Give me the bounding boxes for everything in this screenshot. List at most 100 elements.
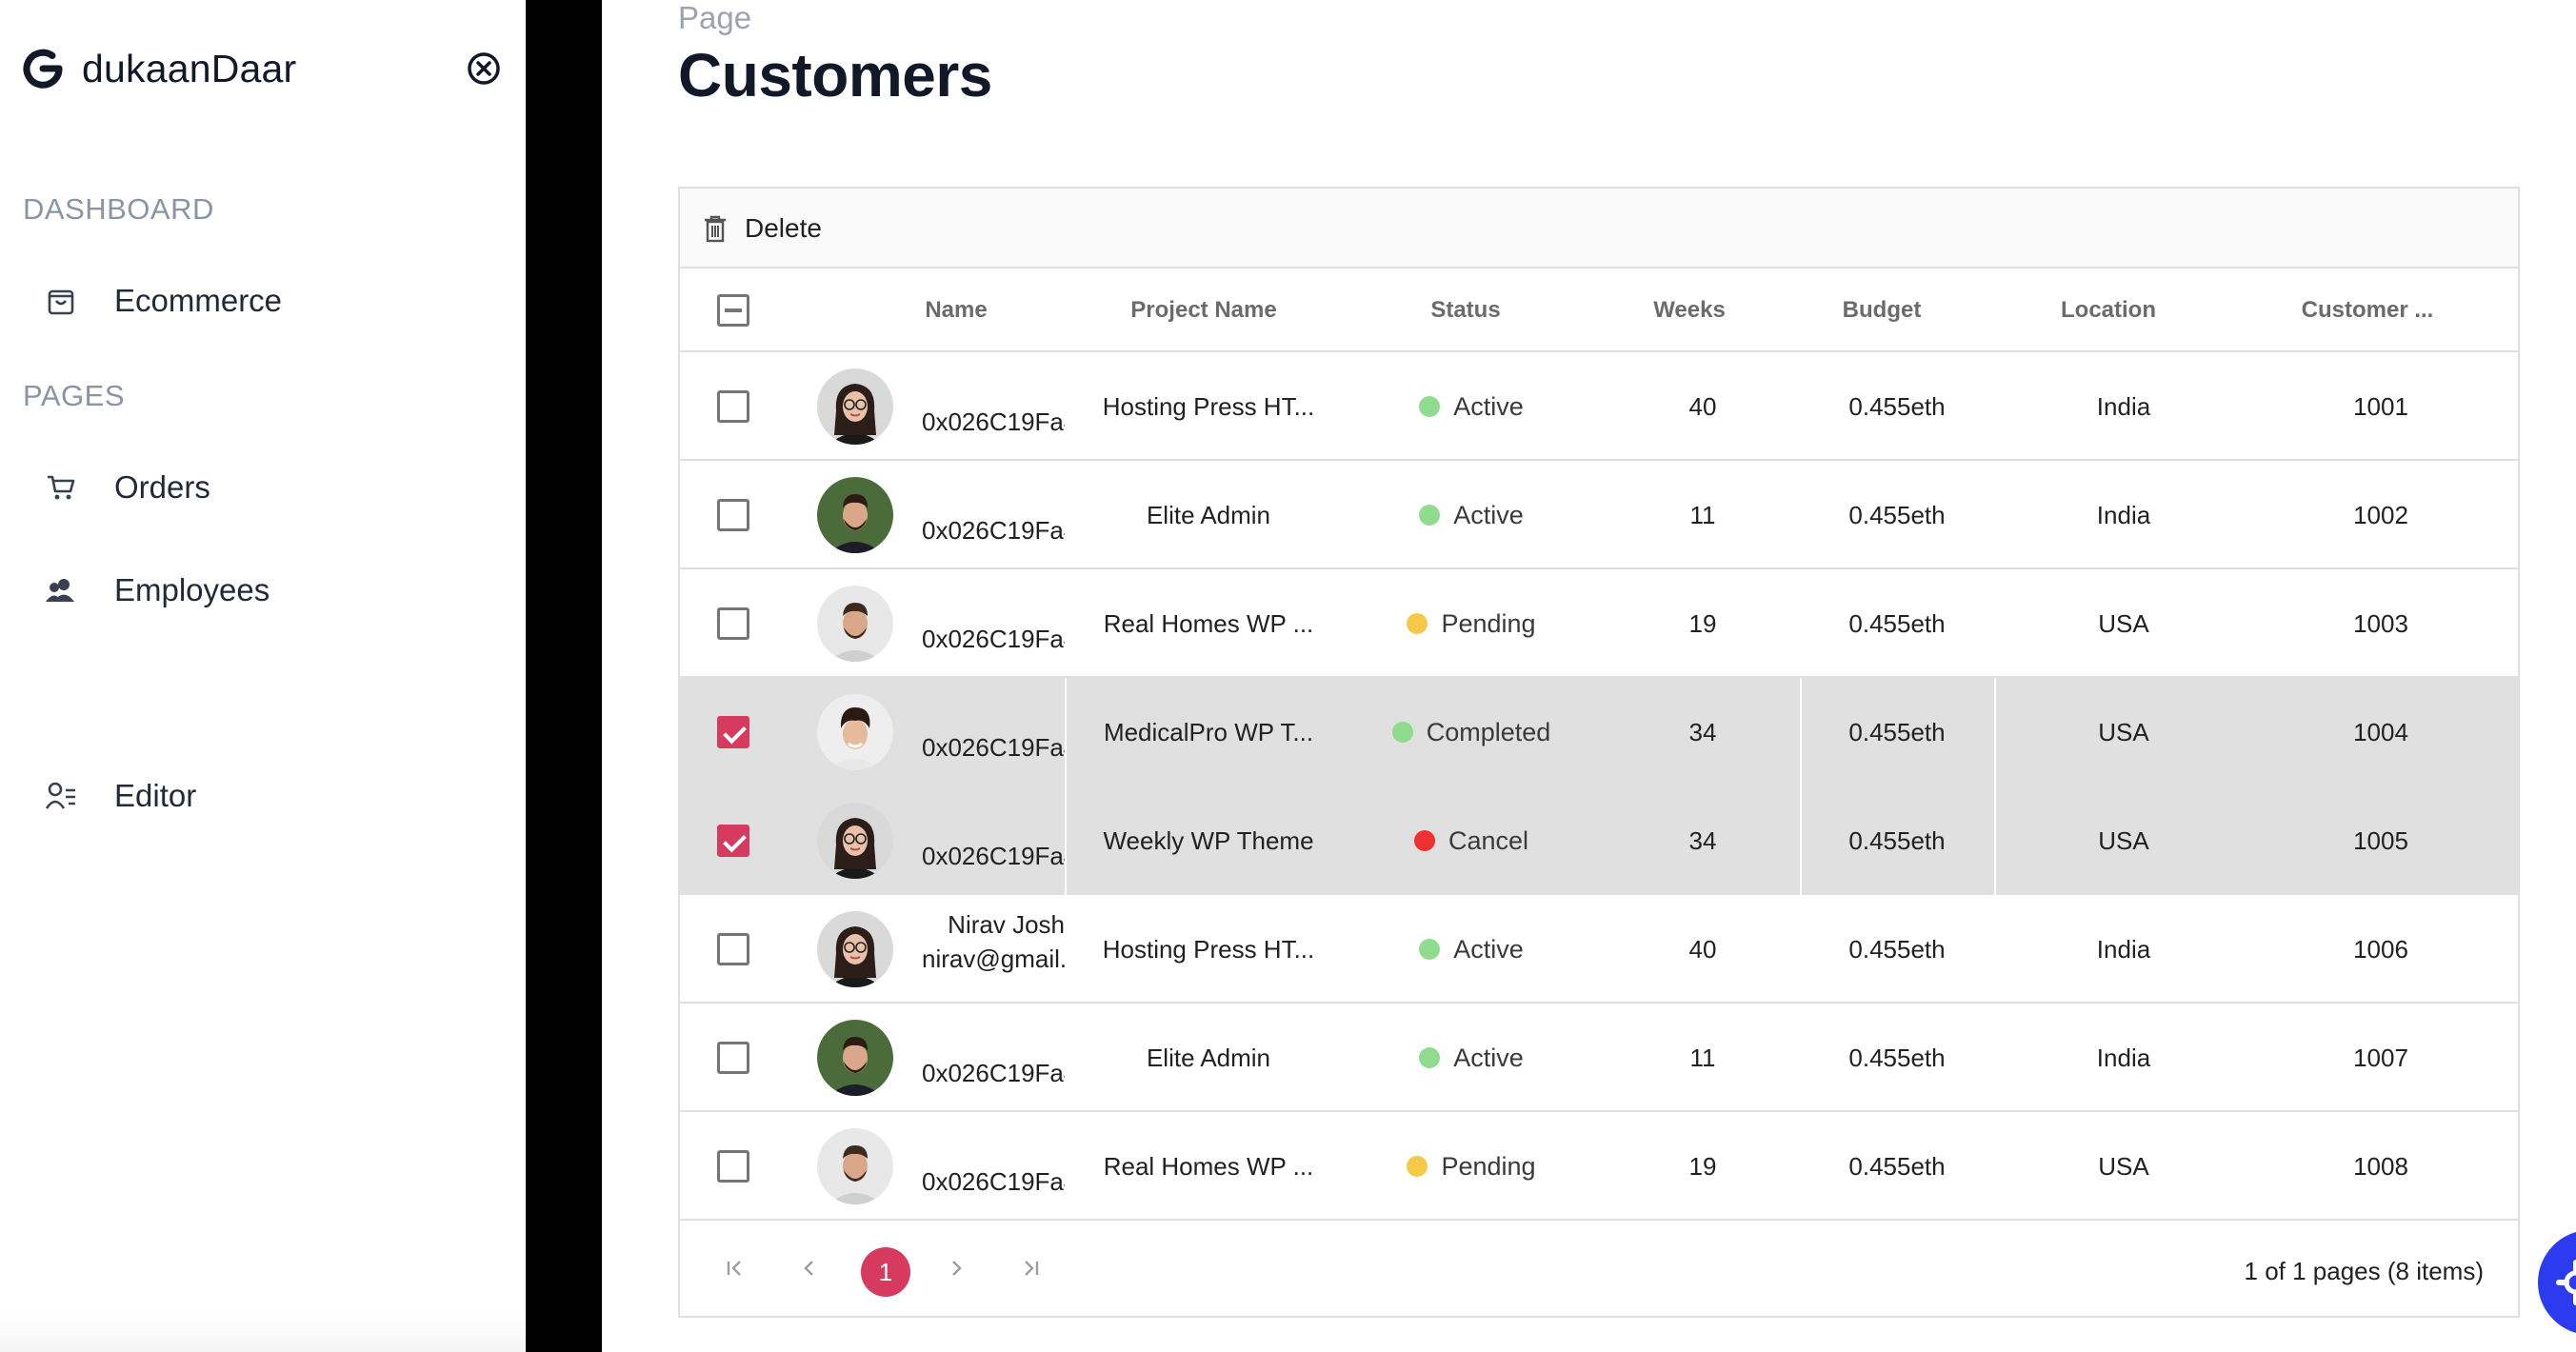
- status-dot: [1419, 1047, 1441, 1068]
- section-label-dashboard: DASHBOARD: [23, 192, 214, 226]
- brand[interactable]: dukaanDaar: [21, 40, 296, 97]
- sidebar-item-label: Ecommerce: [114, 283, 283, 318]
- location: India: [2096, 934, 2151, 964]
- project-name: Elite Admin: [1146, 500, 1271, 529]
- customer-id: 1003: [2353, 608, 2408, 638]
- column-header-weeks[interactable]: Weeks: [1594, 268, 1785, 352]
- status-text: Active: [1453, 391, 1524, 421]
- row-select-cell: [697, 786, 769, 895]
- location: USA: [2098, 717, 2149, 746]
- table-row[interactable]: 0x026C19Fa4 Weekly WP Theme Cancel 34 0.455e…: [680, 786, 2518, 895]
- status-cell: Pending: [1352, 569, 1590, 678]
- section-label-pages: PAGES: [23, 379, 126, 412]
- row-checkbox[interactable]: [717, 933, 749, 965]
- avatar: [817, 1128, 893, 1204]
- customer-name: 0x026C19Fa4: [922, 408, 1065, 436]
- budget: 0.455eth: [1848, 1043, 1946, 1072]
- customers-grid: Delete Name Project Name Status Weeks Bu…: [678, 187, 2520, 1318]
- status-text: Cancel: [1448, 825, 1529, 855]
- budget: 0.455eth: [1848, 391, 1946, 421]
- status-text: Active: [1453, 1043, 1524, 1072]
- column-header-status[interactable]: Status: [1347, 268, 1585, 352]
- table-row[interactable]: 0x026C19Fa4 Hosting Press HT... Active 40 0.…: [680, 352, 2518, 461]
- row-select-cell: [697, 1112, 769, 1221]
- customer-id: 1007: [2353, 1043, 2408, 1072]
- close-sidebar-icon[interactable]: [465, 50, 503, 88]
- budget: 0.455eth: [1848, 934, 1946, 964]
- sidebar-item-label: Employees: [114, 572, 270, 607]
- row-select-cell: [697, 352, 769, 461]
- row-checkbox[interactable]: [717, 499, 749, 531]
- customer-id: 1008: [2353, 1151, 2408, 1181]
- page-button-current[interactable]: 1: [861, 1247, 910, 1297]
- customer-name: 0x026C19Fa4: [922, 516, 1065, 545]
- column-header-budget[interactable]: Budget: [1787, 268, 1977, 352]
- budget: 0.455eth: [1848, 500, 1946, 529]
- first-page-icon[interactable]: [714, 1247, 756, 1289]
- avatar: [817, 1020, 893, 1096]
- weeks: 11: [1689, 1043, 1716, 1072]
- shopping-bag-icon: [44, 284, 78, 318]
- table-row[interactable]: Nirav Josh nirav@gmail. Hosting Press HT..…: [680, 895, 2518, 1004]
- row-checkbox[interactable]: [717, 1150, 749, 1183]
- status-text: Active: [1453, 934, 1524, 964]
- user-list-icon: [44, 779, 78, 813]
- status-dot: [1413, 830, 1435, 851]
- table-row[interactable]: 0x026C19Fa4 Real Homes WP ... Pending 19 0.4…: [680, 1112, 2518, 1221]
- column-header-customer-id[interactable]: Customer ...: [2242, 268, 2493, 352]
- location: India: [2096, 391, 2151, 421]
- row-checkbox[interactable]: [717, 825, 749, 857]
- row-checkbox[interactable]: [717, 390, 749, 423]
- row-select-cell: [697, 569, 769, 678]
- column-header-project-name[interactable]: Project Name: [1066, 268, 1342, 352]
- row-checkbox[interactable]: [717, 607, 749, 640]
- status-cell: Active: [1352, 1004, 1590, 1112]
- status-dot: [1407, 613, 1428, 634]
- sidebar-divider: [526, 0, 602, 1352]
- table-row[interactable]: 0x026C19Fa4 Elite Admin Active 11 0.455eth In…: [680, 1004, 2518, 1112]
- row-checkbox[interactable]: [717, 716, 749, 748]
- next-page-icon[interactable]: [935, 1247, 977, 1289]
- avatar: [817, 586, 893, 662]
- sidebar-item-ecommerce[interactable]: Ecommerce: [0, 263, 526, 339]
- delete-button[interactable]: Delete: [703, 208, 822, 249]
- project-name: Elite Admin: [1146, 1043, 1271, 1072]
- sidebar-item-employees[interactable]: Employees: [0, 552, 526, 628]
- customer-name: 0x026C19Fa4: [922, 1167, 1065, 1196]
- project-name: Hosting Press HT...: [1102, 391, 1315, 421]
- select-all-checkbox[interactable]: [717, 294, 749, 327]
- table-row[interactable]: 0x026C19Fa4 Real Homes WP ... Pending 19 0.4…: [680, 569, 2518, 678]
- last-page-icon[interactable]: [1009, 1247, 1051, 1289]
- table-row[interactable]: 0x026C19Fa4 Elite Admin Active 11 0.455eth In…: [680, 461, 2518, 569]
- column-header-location[interactable]: Location: [1979, 268, 2238, 352]
- location: India: [2096, 500, 2151, 529]
- gear-icon: [2556, 1260, 2576, 1305]
- status-dot: [1407, 1156, 1428, 1177]
- row-checkbox[interactable]: [717, 1042, 749, 1074]
- project-name: Real Homes WP ...: [1103, 1151, 1314, 1181]
- status-cell: Active: [1352, 461, 1590, 569]
- prev-page-icon[interactable]: [789, 1247, 830, 1289]
- sidebar-item-editor[interactable]: Editor: [0, 758, 526, 834]
- pager: 1 1 of 1 pages (8 items): [680, 1223, 2518, 1316]
- customer-id: 1001: [2353, 391, 2408, 421]
- status-text: Pending: [1441, 1151, 1536, 1181]
- sidebar-item-orders[interactable]: Orders: [0, 449, 526, 526]
- status-text: Active: [1453, 500, 1524, 529]
- weeks: 19: [1688, 1151, 1717, 1181]
- weeks: 40: [1688, 934, 1717, 964]
- weeks: 40: [1688, 391, 1717, 421]
- status-text: Pending: [1441, 608, 1536, 638]
- table-row[interactable]: 0x026C19Fa4 MedicalPro WP T... Completed 34…: [680, 678, 2518, 786]
- project-name: MedicalPro WP T...: [1103, 717, 1314, 746]
- location: USA: [2098, 608, 2149, 638]
- location: USA: [2098, 825, 2149, 855]
- location: India: [2096, 1043, 2151, 1072]
- status-dot: [1391, 722, 1413, 743]
- customer-email: nirav@gmail.: [922, 944, 1065, 973]
- pager-info: 1 of 1 pages (8 items): [2244, 1257, 2484, 1285]
- weeks: 34: [1688, 825, 1717, 855]
- status-cell: Cancel: [1352, 786, 1590, 895]
- status-dot: [1419, 505, 1441, 526]
- grid-toolbar: Delete: [680, 189, 2518, 268]
